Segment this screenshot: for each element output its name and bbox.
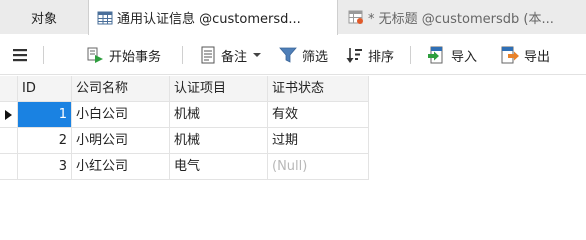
sort-icon [346,48,362,63]
import-icon [428,46,443,64]
current-row-arrow-icon [5,110,12,120]
import-label: 导入 [451,49,478,65]
transaction-icon [87,47,103,63]
cell-cert-status[interactable]: 有效 [268,102,369,128]
cell-id[interactable]: 3 [18,154,72,180]
cell-cert-item[interactable]: 机械 [170,102,268,128]
note-button[interactable]: 备注 [200,35,262,75]
row-indicator[interactable] [0,154,18,180]
column-header-id[interactable]: ID [18,76,72,102]
cell-cert-item[interactable]: 机械 [170,128,268,154]
export-button[interactable]: 导出 [501,35,550,75]
table-icon [97,11,113,24]
export-label: 导出 [524,49,551,65]
row-indicator[interactable] [0,128,18,154]
column-header-cert-item[interactable]: 认证项目 [170,76,268,102]
note-label: 备注 [221,49,248,65]
cell-cert-status[interactable]: (Null) [268,154,369,180]
table-row[interactable]: 3 小红公司 电气 (Null) [0,154,374,180]
filter-icon [279,47,297,63]
query-icon [348,10,363,24]
cell-cert-status[interactable]: 过期 [268,128,369,154]
sort-label: 排序 [368,49,395,65]
chevron-down-icon [253,53,262,57]
tab-table-data[interactable]: 通用认证信息 @customersd... [88,0,338,35]
tab-table-data-label: 通用认证信息 @customersd... [117,12,301,27]
hamburger-menu-icon [13,49,27,62]
filter-label: 筛选 [302,49,329,65]
tab-untitled-query[interactable]: * 无标题 @customersdb (本... [338,0,586,34]
toolbar-separator [410,46,411,64]
tab-objects-label: 对象 [30,11,57,27]
filter-button[interactable]: 筛选 [279,35,328,75]
toolbar-separator [182,46,183,64]
tab-objects[interactable]: 对象 [0,0,88,34]
cell-company[interactable]: 小白公司 [72,102,170,128]
cell-id[interactable]: 2 [18,128,72,154]
cell-cert-item[interactable]: 电气 [170,154,268,180]
column-header-company[interactable]: 公司名称 [72,76,170,102]
header-row: ID 公司名称 认证项目 证书状态 [0,76,374,102]
column-header-cert-status[interactable]: 证书状态 [268,76,369,102]
cell-id[interactable]: 1 [18,102,72,128]
export-icon [501,46,519,64]
row-indicator[interactable] [0,102,18,128]
row-indicator-header [0,76,18,102]
tab-bar: 对象 通用认证信息 @customersd... * 无标题 @customer… [0,0,586,35]
table-row[interactable]: 2 小明公司 机械 过期 [0,128,374,154]
menu-button[interactable] [12,35,33,75]
begin-transaction-label: 开始事务 [109,49,162,65]
import-button[interactable]: 导入 [428,35,477,75]
tab-untitled-query-label: * 无标题 @customersdb (本... [368,11,554,27]
cell-company[interactable]: 小红公司 [72,154,170,180]
note-icon [201,46,215,64]
toolbar: 开始事务 备注 筛选 排序 导入 导出 [0,35,586,75]
sort-button[interactable]: 排序 [345,35,394,75]
toolbar-separator [43,46,44,64]
cell-company[interactable]: 小明公司 [72,128,170,154]
table-row[interactable]: 1 小白公司 机械 有效 [0,102,374,128]
begin-transaction-button[interactable]: 开始事务 [86,35,161,75]
